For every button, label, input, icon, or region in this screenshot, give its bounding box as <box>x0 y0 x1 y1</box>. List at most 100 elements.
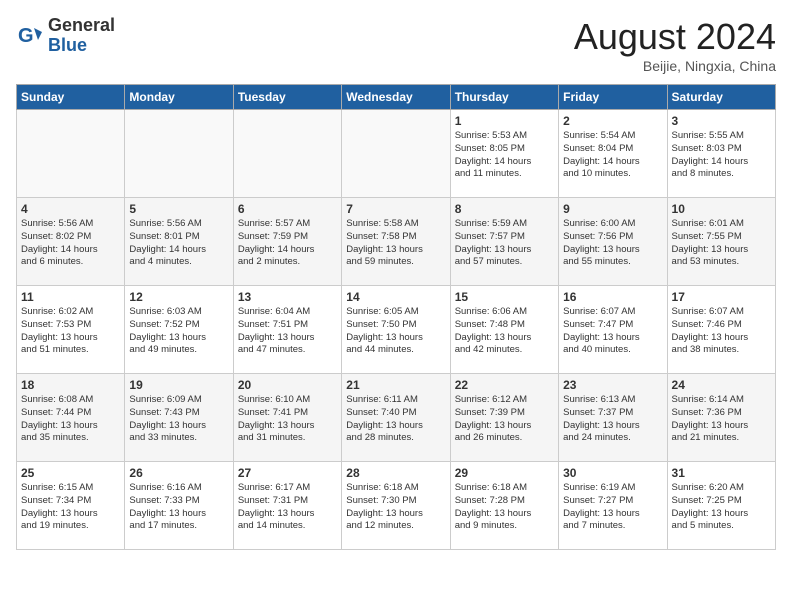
calendar-cell: 13Sunrise: 6:04 AM Sunset: 7:51 PM Dayli… <box>233 286 341 374</box>
weekday-header-wednesday: Wednesday <box>342 85 450 110</box>
day-number: 22 <box>455 378 554 392</box>
day-info: Sunrise: 6:18 AM Sunset: 7:30 PM Dayligh… <box>346 482 445 533</box>
day-number: 29 <box>455 466 554 480</box>
day-info: Sunrise: 6:19 AM Sunset: 7:27 PM Dayligh… <box>563 482 662 533</box>
day-number: 24 <box>672 378 771 392</box>
day-number: 16 <box>563 290 662 304</box>
calendar-cell: 11 Sunrise: 6:02 AM Sunset: 7:53 PM Dayli… <box>17 286 125 374</box>
calendar-cell: 16 Sunrise: 6:07 AM Sunset: 7:47 PM Dayli… <box>559 286 667 374</box>
day-info: Sunrise: 6:14 AM Sunset: 7:36 PM Dayligh… <box>672 394 771 445</box>
calendar-cell: 19 Sunrise: 6:09 AM Sunset: 7:43 PM Dayli… <box>125 374 233 462</box>
calendar-cell: 15 Sunrise: 6:06 AM Sunset: 7:48 PM Dayli… <box>450 286 558 374</box>
day-info: Sunrise: 6:17 AM Sunset: 7:31 PM Dayligh… <box>238 482 337 533</box>
day-number: 8 <box>455 202 554 216</box>
week-row-1: 1 Sunrise: 5:53 AM Sunset: 8:05 PM Daylig… <box>17 110 776 198</box>
day-number: 14 <box>346 290 445 304</box>
week-row-3: 11 Sunrise: 6:02 AM Sunset: 7:53 PM Dayli… <box>17 286 776 374</box>
day-info: Sunrise: 5:59 AM Sunset: 7:57 PM Dayligh… <box>455 218 554 269</box>
day-number: 31 <box>672 466 771 480</box>
calendar-cell: 22 Sunrise: 6:12 AM Sunset: 7:39 PM Dayli… <box>450 374 558 462</box>
weekday-header-sunday: Sunday <box>17 85 125 110</box>
logo-blue-text: Blue <box>48 35 87 55</box>
day-info: Sunrise: 6:12 AM Sunset: 7:39 PM Dayligh… <box>455 394 554 445</box>
calendar-cell: 25 Sunrise: 6:15 AM Sunset: 7:34 PM Dayli… <box>17 462 125 550</box>
calendar-cell: 23Sunrise: 6:13 AM Sunset: 7:37 PM Dayli… <box>559 374 667 462</box>
calendar-cell: 6Sunrise: 5:57 AM Sunset: 7:59 PM Daylig… <box>233 198 341 286</box>
week-row-5: 25 Sunrise: 6:15 AM Sunset: 7:34 PM Dayli… <box>17 462 776 550</box>
calendar-table: SundayMondayTuesdayWednesdayThursdayFrid… <box>16 84 776 550</box>
day-info: Sunrise: 6:11 AM Sunset: 7:40 PM Dayligh… <box>346 394 445 445</box>
day-number: 10 <box>672 202 771 216</box>
calendar-cell: 10 Sunrise: 6:01 AM Sunset: 7:55 PM Dayli… <box>667 198 775 286</box>
day-info: Sunrise: 6:13 AM Sunset: 7:37 PM Dayligh… <box>563 394 662 445</box>
logo-general-text: General <box>48 15 115 35</box>
day-info: Sunrise: 5:55 AM Sunset: 8:03 PM Dayligh… <box>672 130 771 181</box>
day-info: Sunrise: 6:15 AM Sunset: 7:34 PM Dayligh… <box>21 482 120 533</box>
day-info: Sunrise: 5:57 AM Sunset: 7:59 PM Dayligh… <box>238 218 337 269</box>
page-header: G General Blue August 2024 Beijie, Ningx… <box>16 16 776 74</box>
calendar-cell: 3 Sunrise: 5:55 AM Sunset: 8:03 PM Daylig… <box>667 110 775 198</box>
day-info: Sunrise: 6:20 AM Sunset: 7:25 PM Dayligh… <box>672 482 771 533</box>
day-info: Sunrise: 6:05 AM Sunset: 7:50 PM Dayligh… <box>346 306 445 357</box>
day-info: Sunrise: 6:04 AM Sunset: 7:51 PM Dayligh… <box>238 306 337 357</box>
day-number: 11 <box>21 290 120 304</box>
logo-icon: G <box>16 22 44 50</box>
calendar-cell: 28Sunrise: 6:18 AM Sunset: 7:30 PM Dayli… <box>342 462 450 550</box>
calendar-cell: 17Sunrise: 6:07 AM Sunset: 7:46 PM Dayli… <box>667 286 775 374</box>
day-number: 20 <box>238 378 337 392</box>
calendar-cell: 26 Sunrise: 6:16 AM Sunset: 7:33 PM Dayli… <box>125 462 233 550</box>
month-title: August 2024 <box>574 16 776 58</box>
weekday-header-row: SundayMondayTuesdayWednesdayThursdayFrid… <box>17 85 776 110</box>
day-number: 3 <box>672 114 771 128</box>
calendar-cell: 21 Sunrise: 6:11 AM Sunset: 7:40 PM Dayli… <box>342 374 450 462</box>
calendar-cell: 31 Sunrise: 6:20 AM Sunset: 7:25 PM Dayli… <box>667 462 775 550</box>
day-number: 19 <box>129 378 228 392</box>
calendar-cell <box>342 110 450 198</box>
weekday-header-thursday: Thursday <box>450 85 558 110</box>
day-info: Sunrise: 5:56 AM Sunset: 8:01 PM Dayligh… <box>129 218 228 269</box>
day-info: Sunrise: 6:18 AM Sunset: 7:28 PM Dayligh… <box>455 482 554 533</box>
week-row-2: 4Sunrise: 5:56 AM Sunset: 8:02 PM Daylig… <box>17 198 776 286</box>
day-info: Sunrise: 6:00 AM Sunset: 7:56 PM Dayligh… <box>563 218 662 269</box>
weekday-header-tuesday: Tuesday <box>233 85 341 110</box>
calendar-cell: 30 Sunrise: 6:19 AM Sunset: 7:27 PM Dayli… <box>559 462 667 550</box>
day-info: Sunrise: 6:03 AM Sunset: 7:52 PM Dayligh… <box>129 306 228 357</box>
day-info: Sunrise: 6:08 AM Sunset: 7:44 PM Dayligh… <box>21 394 120 445</box>
calendar-cell: 24 Sunrise: 6:14 AM Sunset: 7:36 PM Dayli… <box>667 374 775 462</box>
calendar-cell: 29 Sunrise: 6:18 AM Sunset: 7:28 PM Dayli… <box>450 462 558 550</box>
weekday-header-friday: Friday <box>559 85 667 110</box>
calendar-cell <box>233 110 341 198</box>
calendar-cell: 12Sunrise: 6:03 AM Sunset: 7:52 PM Dayli… <box>125 286 233 374</box>
logo: G General Blue <box>16 16 115 56</box>
day-info: Sunrise: 5:58 AM Sunset: 7:58 PM Dayligh… <box>346 218 445 269</box>
day-info: Sunrise: 5:53 AM Sunset: 8:05 PM Dayligh… <box>455 130 554 181</box>
day-number: 27 <box>238 466 337 480</box>
day-info: Sunrise: 6:07 AM Sunset: 7:46 PM Dayligh… <box>672 306 771 357</box>
day-info: Sunrise: 6:06 AM Sunset: 7:48 PM Dayligh… <box>455 306 554 357</box>
day-number: 15 <box>455 290 554 304</box>
svg-text:G: G <box>18 25 34 47</box>
day-number: 26 <box>129 466 228 480</box>
day-number: 1 <box>455 114 554 128</box>
day-info: Sunrise: 5:54 AM Sunset: 8:04 PM Dayligh… <box>563 130 662 181</box>
day-number: 4 <box>21 202 120 216</box>
day-info: Sunrise: 6:09 AM Sunset: 7:43 PM Dayligh… <box>129 394 228 445</box>
location-subtitle: Beijie, Ningxia, China <box>574 58 776 74</box>
weekday-header-saturday: Saturday <box>667 85 775 110</box>
day-info: Sunrise: 6:16 AM Sunset: 7:33 PM Dayligh… <box>129 482 228 533</box>
calendar-cell <box>125 110 233 198</box>
day-number: 9 <box>563 202 662 216</box>
calendar-cell <box>17 110 125 198</box>
day-number: 30 <box>563 466 662 480</box>
day-info: Sunrise: 6:10 AM Sunset: 7:41 PM Dayligh… <box>238 394 337 445</box>
calendar-cell: 4Sunrise: 5:56 AM Sunset: 8:02 PM Daylig… <box>17 198 125 286</box>
calendar-cell: 18Sunrise: 6:08 AM Sunset: 7:44 PM Dayli… <box>17 374 125 462</box>
day-info: Sunrise: 6:02 AM Sunset: 7:53 PM Dayligh… <box>21 306 120 357</box>
day-info: Sunrise: 6:07 AM Sunset: 7:47 PM Dayligh… <box>563 306 662 357</box>
day-number: 21 <box>346 378 445 392</box>
calendar-cell: 27 Sunrise: 6:17 AM Sunset: 7:31 PM Dayli… <box>233 462 341 550</box>
day-number: 25 <box>21 466 120 480</box>
day-number: 7 <box>346 202 445 216</box>
calendar-cell: 14 Sunrise: 6:05 AM Sunset: 7:50 PM Dayli… <box>342 286 450 374</box>
day-info: Sunrise: 6:01 AM Sunset: 7:55 PM Dayligh… <box>672 218 771 269</box>
